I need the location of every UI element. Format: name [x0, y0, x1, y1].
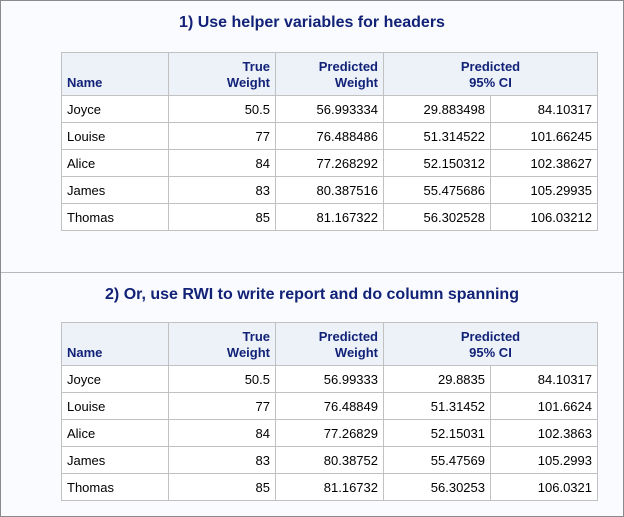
cell-name: Louise — [61, 122, 169, 150]
cell-true-weight: 77 — [168, 392, 276, 420]
table-row: Louise 77 76.488486 51.314522 101.66245 — [61, 122, 598, 150]
cell-ci-upper: 105.2993 — [490, 446, 598, 474]
cell-true-weight: 50.5 — [168, 365, 276, 393]
cell-ci-upper: 106.03212 — [490, 203, 598, 231]
cell-ci-lower: 56.302528 — [383, 203, 491, 231]
header-true-weight: True Weight — [168, 322, 276, 366]
header-predicted-weight-line2: Weight — [334, 75, 378, 90]
cell-ci-upper: 84.10317 — [490, 365, 598, 393]
cell-ci-upper: 102.3863 — [490, 419, 598, 447]
cell-predicted-weight: 56.99333 — [275, 365, 384, 393]
section-title: 1) Use helper variables for headers — [179, 14, 445, 31]
cell-ci-lower: 29.883498 — [383, 95, 491, 123]
table-row: Joyce 50.5 56.99333 29.8835 84.10317 — [61, 365, 598, 393]
table-row: James 83 80.38752 55.47569 105.2993 — [61, 446, 598, 474]
cell-predicted-weight: 77.268292 — [275, 149, 384, 177]
header-predicted-ci-line2: 95% CI — [469, 345, 512, 360]
header-name-label: Name — [67, 345, 103, 360]
cell-ci-upper: 106.0321 — [490, 473, 598, 501]
report-output-window: 1) Use helper variables for headers Name… — [0, 0, 624, 517]
header-predicted-ci-line1: Predicted — [460, 329, 521, 344]
cell-ci-lower: 55.475686 — [383, 176, 491, 204]
cell-ci-upper: 105.29935 — [490, 176, 598, 204]
table-row: Thomas 85 81.167322 56.302528 106.03212 — [61, 203, 598, 231]
cell-ci-upper: 84.10317 — [490, 95, 598, 123]
cell-name: Thomas — [61, 203, 169, 231]
header-name: Name — [61, 322, 169, 366]
cell-name: Thomas — [61, 473, 169, 501]
header-name-label: Name — [67, 75, 103, 90]
report-section-1: 1) Use helper variables for headers Name… — [1, 1, 623, 272]
cell-ci-lower: 29.8835 — [383, 365, 491, 393]
cell-predicted-weight: 81.167322 — [275, 203, 384, 231]
cell-true-weight: 85 — [168, 473, 276, 501]
cell-true-weight: 84 — [168, 419, 276, 447]
cell-name: Louise — [61, 392, 169, 420]
header-predicted-weight-line2: Weight — [334, 345, 378, 360]
cell-true-weight: 83 — [168, 446, 276, 474]
cell-ci-lower: 51.314522 — [383, 122, 491, 150]
cell-name: James — [61, 446, 169, 474]
cell-ci-lower: 56.30253 — [383, 473, 491, 501]
header-predicted-weight: Predicted Weight — [275, 52, 384, 96]
cell-predicted-weight: 77.26829 — [275, 419, 384, 447]
cell-predicted-weight: 80.38752 — [275, 446, 384, 474]
table-row: Alice 84 77.26829 52.15031 102.3863 — [61, 419, 598, 447]
cell-true-weight: 50.5 — [168, 95, 276, 123]
cell-ci-lower: 51.31452 — [383, 392, 491, 420]
cell-true-weight: 85 — [168, 203, 276, 231]
cell-predicted-weight: 76.48849 — [275, 392, 384, 420]
cell-ci-upper: 101.66245 — [490, 122, 598, 150]
header-true-weight-line1: True — [242, 329, 270, 344]
header-predicted-ci-line2: 95% CI — [469, 75, 512, 90]
header-predicted-weight-line1: Predicted — [318, 329, 378, 344]
cell-ci-lower: 52.15031 — [383, 419, 491, 447]
cell-true-weight: 83 — [168, 176, 276, 204]
cell-true-weight: 77 — [168, 122, 276, 150]
table-row: Thomas 85 81.16732 56.30253 106.0321 — [61, 473, 598, 501]
cell-name: James — [61, 176, 169, 204]
report-section-2: 2) Or, use RWI to write report and do co… — [1, 273, 623, 516]
cell-name: Joyce — [61, 95, 169, 123]
cell-ci-upper: 101.6624 — [490, 392, 598, 420]
cell-ci-lower: 55.47569 — [383, 446, 491, 474]
header-predicted-weight-line1: Predicted — [318, 59, 378, 74]
header-predicted-ci-line1: Predicted — [460, 59, 521, 74]
header-predicted-weight: Predicted Weight — [275, 322, 384, 366]
cell-name: Alice — [61, 419, 169, 447]
report-table: Name True Weight Predicted Weight Predicte… — [61, 322, 598, 501]
cell-name: Joyce — [61, 365, 169, 393]
header-true-weight: True Weight — [168, 52, 276, 96]
header-row: Name True Weight Predicted Weight Predicte… — [61, 52, 598, 96]
header-true-weight-line2: Weight — [226, 345, 270, 360]
header-true-weight-line1: True — [242, 59, 270, 74]
table-row: Alice 84 77.268292 52.150312 102.38627 — [61, 149, 598, 177]
cell-predicted-weight: 76.488486 — [275, 122, 384, 150]
table-row: Louise 77 76.48849 51.31452 101.6624 — [61, 392, 598, 420]
cell-predicted-weight: 56.993334 — [275, 95, 384, 123]
header-name: Name — [61, 52, 169, 96]
cell-name: Alice — [61, 149, 169, 177]
header-row: Name True Weight Predicted Weight Predicte… — [61, 322, 598, 366]
section-title: 2) Or, use RWI to write report and do co… — [105, 286, 519, 303]
header-predicted-ci: Predicted 95% CI — [383, 52, 598, 96]
header-true-weight-line2: Weight — [226, 75, 270, 90]
header-predicted-ci: Predicted 95% CI — [383, 322, 598, 366]
cell-ci-lower: 52.150312 — [383, 149, 491, 177]
cell-true-weight: 84 — [168, 149, 276, 177]
cell-predicted-weight: 81.16732 — [275, 473, 384, 501]
cell-predicted-weight: 80.387516 — [275, 176, 384, 204]
table-row: Joyce 50.5 56.993334 29.883498 84.10317 — [61, 95, 598, 123]
cell-ci-upper: 102.38627 — [490, 149, 598, 177]
report-table: Name True Weight Predicted Weight Predicte… — [61, 52, 598, 231]
table-row: James 83 80.387516 55.475686 105.29935 — [61, 176, 598, 204]
